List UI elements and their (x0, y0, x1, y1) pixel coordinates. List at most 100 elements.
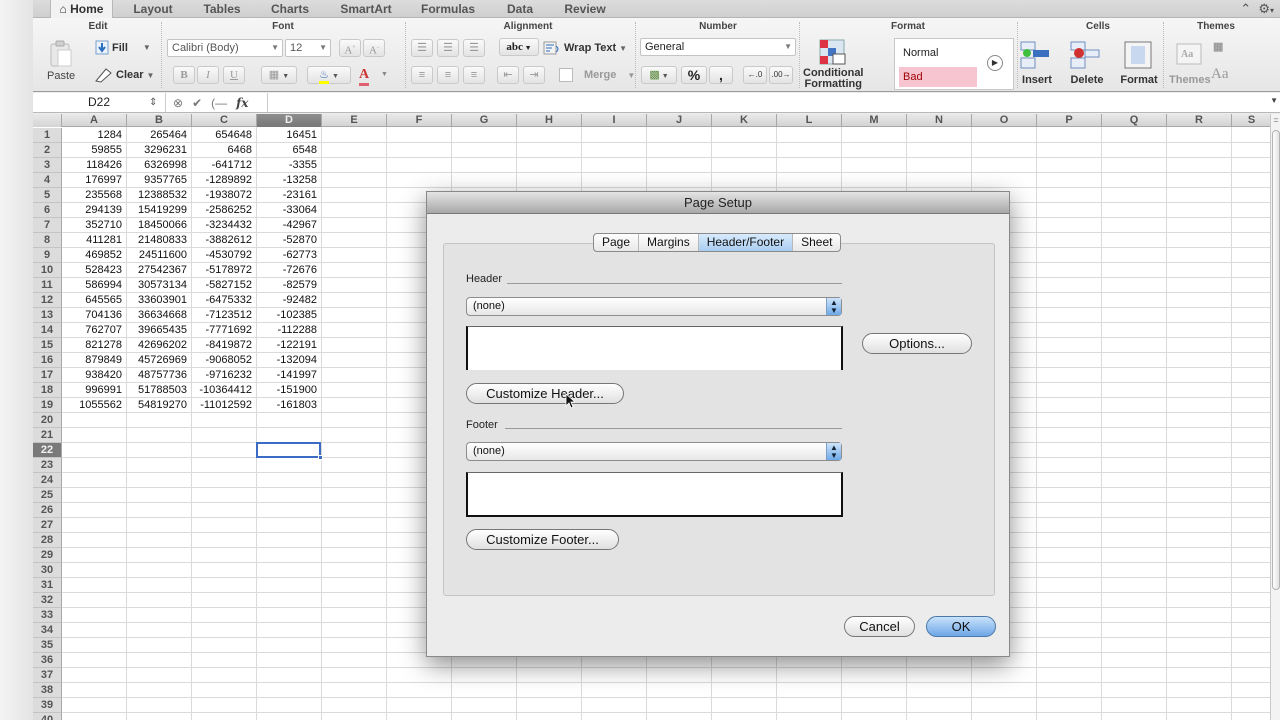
row-header[interactable]: 8 (33, 233, 62, 248)
font-size-select[interactable]: 12 ▼ (285, 39, 331, 57)
style-bad[interactable]: Bad (899, 67, 977, 87)
cell-c16[interactable]: -9068052 (192, 353, 257, 368)
row-header[interactable]: 30 (33, 563, 62, 578)
align-right-button[interactable]: ≡ (463, 66, 485, 84)
borders-button[interactable]: ▦ ▼ (261, 66, 297, 84)
cell-b19[interactable]: 54819270 (127, 398, 192, 413)
row-header[interactable]: 34 (33, 623, 62, 638)
cell-b17[interactable]: 48757736 (127, 368, 192, 383)
gear-icon[interactable]: ⚙ (1258, 1, 1270, 16)
paste-button[interactable]: Paste (47, 40, 75, 82)
tab-margins[interactable]: Margins (639, 234, 699, 251)
row-header[interactable]: 39 (33, 698, 62, 713)
column-header-l[interactable]: L (777, 114, 842, 127)
row-header[interactable]: 14 (33, 323, 62, 338)
cell-c17[interactable]: -9716232 (192, 368, 257, 383)
cell-b11[interactable]: 30573134 (127, 278, 192, 293)
theme-colors-button[interactable]: ▦ (1213, 40, 1223, 53)
cell-b6[interactable]: 15419299 (127, 203, 192, 218)
cell-d16[interactable]: -132094 (257, 353, 322, 368)
cell-b15[interactable]: 42696202 (127, 338, 192, 353)
cell-c2[interactable]: 6468 (192, 143, 257, 158)
cell-d14[interactable]: -112288 (257, 323, 322, 338)
fill-color-button[interactable]: ♨ ▼ (307, 66, 351, 84)
cell-c19[interactable]: -11012592 (192, 398, 257, 413)
align-top-button[interactable]: ☰ (411, 39, 433, 57)
column-header-h[interactable]: H (517, 114, 582, 127)
merge-button[interactable]: Merge ▼ (559, 68, 635, 82)
cell-b12[interactable]: 33603901 (127, 293, 192, 308)
cell-a17[interactable]: 938420 (62, 368, 127, 383)
cell-b2[interactable]: 3296231 (127, 143, 192, 158)
format-cells-button[interactable]: Format (1119, 40, 1159, 86)
cell-d3[interactable]: -3355 (257, 158, 322, 173)
delete-cells-button[interactable]: Delete (1067, 40, 1107, 86)
row-header[interactable]: 22 (33, 443, 62, 458)
cell-d6[interactable]: -33064 (257, 203, 322, 218)
insert-function-icon[interactable]: fx (236, 96, 248, 110)
conditional-formatting-button[interactable]: Conditional Formatting (803, 38, 864, 90)
tab-charts[interactable]: Charts (261, 0, 319, 18)
row-header[interactable]: 24 (33, 473, 62, 488)
row-header[interactable]: 9 (33, 248, 62, 263)
column-header-i[interactable]: I (582, 114, 647, 127)
header-select[interactable]: (none) ▲ ▼ (466, 297, 842, 316)
cell-b18[interactable]: 51788503 (127, 383, 192, 398)
formula-bar-expand-icon[interactable]: ▼ (1270, 96, 1278, 105)
active-cell-selection[interactable] (256, 442, 323, 460)
name-box[interactable]: D22 (33, 93, 166, 112)
decrease-decimal-button[interactable]: .00→ (769, 66, 793, 84)
column-header-m[interactable]: M (842, 114, 907, 127)
row-header[interactable]: 2 (33, 143, 62, 158)
cell-b13[interactable]: 36634668 (127, 308, 192, 323)
number-format-select[interactable]: General ▼ (640, 38, 796, 56)
row-header[interactable]: 38 (33, 683, 62, 698)
align-center-button[interactable]: ≡ (437, 66, 459, 84)
cell-b4[interactable]: 9357765 (127, 173, 192, 188)
fill-button[interactable]: Fill ▼ (95, 40, 151, 55)
cell-c3[interactable]: -641712 (192, 158, 257, 173)
tab-smartart[interactable]: SmartArt (333, 0, 399, 18)
row-header[interactable]: 10 (33, 263, 62, 278)
column-header-k[interactable]: K (712, 114, 777, 127)
column-header-b[interactable]: B (127, 114, 192, 127)
confirm-entry-icon[interactable]: ✔ (192, 96, 202, 110)
row-header[interactable]: 28 (33, 533, 62, 548)
formula-input[interactable] (267, 93, 1270, 112)
cell-a8[interactable]: 411281 (62, 233, 127, 248)
row-header[interactable]: 16 (33, 353, 62, 368)
row-header[interactable]: 7 (33, 218, 62, 233)
split-handle-icon[interactable]: = (1271, 114, 1280, 126)
row-header[interactable]: 31 (33, 578, 62, 593)
cell-a3[interactable]: 118426 (62, 158, 127, 173)
font-color-button[interactable]: A (359, 67, 370, 86)
customize-footer-button[interactable]: Customize Footer... (466, 529, 619, 550)
cell-a1[interactable]: 1284 (62, 128, 127, 143)
comma-style-button[interactable]: , (709, 66, 733, 84)
name-box-stepper-icon[interactable]: ⇕ (149, 93, 157, 112)
row-header[interactable]: 1 (33, 128, 62, 143)
decrease-font-size-button[interactable]: A- (363, 39, 385, 57)
theme-fonts-button[interactable]: Aa (1211, 66, 1229, 83)
cell-d17[interactable]: -141997 (257, 368, 322, 383)
cell-d2[interactable]: 6548 (257, 143, 322, 158)
row-header[interactable]: 20 (33, 413, 62, 428)
column-header-g[interactable]: G (452, 114, 517, 127)
style-normal[interactable]: Normal (899, 43, 977, 63)
insert-cells-button[interactable]: Insert (1017, 40, 1057, 86)
tab-data[interactable]: Data (498, 0, 542, 18)
column-header-r[interactable]: R (1167, 114, 1232, 127)
column-header-j[interactable]: J (647, 114, 712, 127)
align-middle-button[interactable]: ☰ (437, 39, 459, 57)
row-header[interactable]: 32 (33, 593, 62, 608)
cell-d15[interactable]: -122191 (257, 338, 322, 353)
cell-b8[interactable]: 21480833 (127, 233, 192, 248)
row-header[interactable]: 6 (33, 203, 62, 218)
cell-c10[interactable]: -5178972 (192, 263, 257, 278)
clear-button[interactable]: Clear ▼ (93, 67, 154, 83)
cell-b16[interactable]: 45726969 (127, 353, 192, 368)
themes-button[interactable]: Aa Themes (1169, 40, 1211, 86)
row-header[interactable]: 13 (33, 308, 62, 323)
row-header[interactable]: 26 (33, 503, 62, 518)
row-header[interactable]: 33 (33, 608, 62, 623)
